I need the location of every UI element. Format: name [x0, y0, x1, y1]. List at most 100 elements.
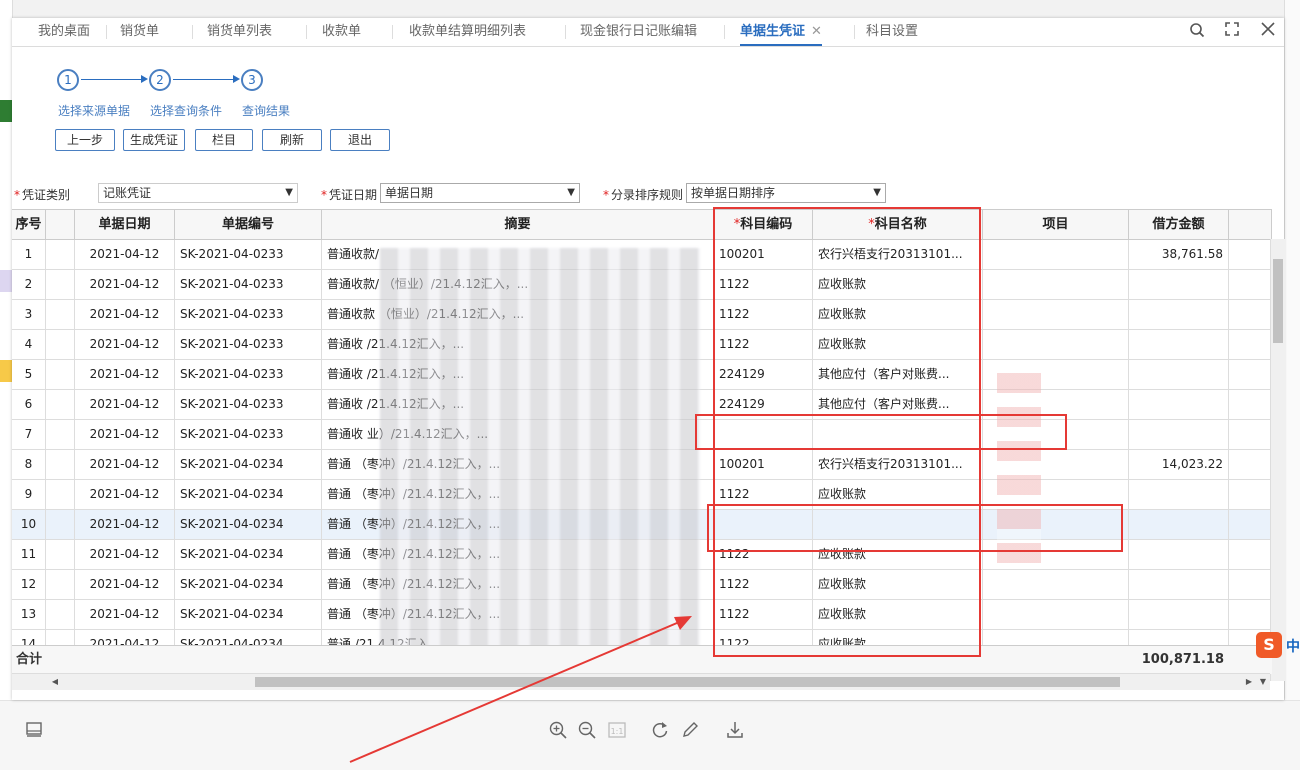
cell-debit[interactable] [1129, 270, 1229, 299]
cell-credit[interactable] [1229, 510, 1272, 539]
cell-checkbox[interactable] [46, 270, 75, 299]
cell-credit[interactable] [1229, 540, 1272, 569]
cell-checkbox[interactable] [46, 630, 75, 646]
cell-checkbox[interactable] [46, 600, 75, 629]
column-header-credit[interactable] [1229, 210, 1272, 240]
tab-generate-voucher[interactable]: 单据生凭证 ✕ [740, 18, 822, 46]
cell-credit[interactable] [1229, 240, 1272, 269]
cell-project[interactable] [983, 570, 1129, 599]
cell-credit[interactable] [1229, 570, 1272, 599]
cell-credit[interactable] [1229, 390, 1272, 419]
cell-debit[interactable]: 14,023.22 [1129, 450, 1229, 479]
cell-checkbox[interactable] [46, 360, 75, 389]
cell-date[interactable]: 2021-04-12 [75, 360, 175, 389]
cell-credit[interactable] [1229, 270, 1272, 299]
cell-date[interactable]: 2021-04-12 [75, 420, 175, 449]
cell-debit[interactable] [1129, 480, 1229, 509]
column-header-checkbox[interactable] [46, 210, 75, 240]
edit-icon[interactable] [680, 720, 700, 745]
cell-credit[interactable] [1229, 360, 1272, 389]
cell-docno[interactable]: SK-2021-04-0234 [175, 450, 322, 479]
tab-close-icon[interactable]: ✕ [811, 24, 822, 39]
cell-date[interactable]: 2021-04-12 [75, 270, 175, 299]
cell-seq[interactable]: 7 [12, 420, 46, 449]
cell-date[interactable]: 2021-04-12 [75, 510, 175, 539]
cell-credit[interactable] [1229, 300, 1272, 329]
tab-receipt-settlement-list[interactable]: 收款单结算明细列表 [409, 18, 526, 46]
horizontal-scrollbar[interactable]: ◀ ▶ ▼ [12, 673, 1270, 690]
cell-project[interactable] [983, 270, 1129, 299]
close-icon[interactable] [1258, 22, 1278, 42]
tab-sales-order-list[interactable]: 销货单列表 [207, 18, 272, 46]
cell-debit[interactable] [1129, 390, 1229, 419]
cell-seq[interactable]: 9 [12, 480, 46, 509]
cell-seq[interactable]: 12 [12, 570, 46, 599]
cell-docno[interactable]: SK-2021-04-0234 [175, 510, 322, 539]
voucher-type-select[interactable]: 记账凭证 ▼ [98, 183, 298, 203]
rotate-icon[interactable] [650, 720, 670, 745]
cell-docno[interactable]: SK-2021-04-0233 [175, 240, 322, 269]
cell-date[interactable]: 2021-04-12 [75, 240, 175, 269]
cell-checkbox[interactable] [46, 480, 75, 509]
scroll-right-icon[interactable]: ▶ [1242, 674, 1256, 690]
cell-project[interactable] [983, 300, 1129, 329]
cell-debit[interactable]: 38,761.58 [1129, 240, 1229, 269]
cell-seq[interactable]: 14 [12, 630, 46, 646]
cell-debit[interactable] [1129, 360, 1229, 389]
cell-credit[interactable] [1229, 480, 1272, 509]
ime-language-indicator[interactable]: 中 [1286, 636, 1300, 656]
fullscreen-icon[interactable] [1222, 22, 1242, 42]
fit-icon[interactable]: 1:1 [607, 720, 627, 745]
cell-checkbox[interactable] [46, 240, 75, 269]
download-icon[interactable] [725, 720, 745, 745]
sort-rule-select[interactable]: 按单据日期排序 ▼ [686, 183, 886, 203]
cell-credit[interactable] [1229, 450, 1272, 479]
tab-sales-order[interactable]: 销货单 [120, 18, 159, 46]
cell-debit[interactable] [1129, 330, 1229, 359]
exit-button[interactable]: 退出 [330, 129, 390, 151]
refresh-button[interactable]: 刷新 [262, 129, 322, 151]
cell-date[interactable]: 2021-04-12 [75, 570, 175, 599]
cell-date[interactable]: 2021-04-12 [75, 300, 175, 329]
scroll-down-icon[interactable]: ▼ [1256, 674, 1270, 690]
cell-debit[interactable] [1129, 510, 1229, 539]
previous-step-button[interactable]: 上一步 [55, 129, 115, 151]
cell-seq[interactable]: 10 [12, 510, 46, 539]
cell-seq[interactable]: 13 [12, 600, 46, 629]
cell-checkbox[interactable] [46, 570, 75, 599]
cell-debit[interactable] [1129, 420, 1229, 449]
cell-project[interactable] [983, 600, 1129, 629]
cell-seq[interactable]: 5 [12, 360, 46, 389]
cell-docno[interactable]: SK-2021-04-0234 [175, 540, 322, 569]
column-header-summary[interactable]: 摘要 [322, 210, 714, 240]
column-header-project[interactable]: 项目 [983, 210, 1129, 240]
cell-date[interactable]: 2021-04-12 [75, 540, 175, 569]
generate-voucher-button[interactable]: 生成凭证 [123, 129, 185, 151]
tab-desktop[interactable]: 我的桌面 [38, 18, 90, 46]
cell-seq[interactable]: 8 [12, 450, 46, 479]
cell-checkbox[interactable] [46, 510, 75, 539]
cell-project[interactable] [983, 240, 1129, 269]
cell-seq[interactable]: 1 [12, 240, 46, 269]
cell-checkbox[interactable] [46, 390, 75, 419]
cell-docno[interactable]: SK-2021-04-0233 [175, 300, 322, 329]
cell-seq[interactable]: 4 [12, 330, 46, 359]
zoom-out-icon[interactable] [577, 720, 597, 745]
panel-icon[interactable] [25, 720, 43, 743]
cell-seq[interactable]: 11 [12, 540, 46, 569]
cell-debit[interactable] [1129, 540, 1229, 569]
cell-checkbox[interactable] [46, 420, 75, 449]
sogou-ime-icon[interactable]: S [1256, 632, 1282, 658]
cell-debit[interactable] [1129, 300, 1229, 329]
cell-seq[interactable]: 3 [12, 300, 46, 329]
cell-docno[interactable]: SK-2021-04-0234 [175, 600, 322, 629]
cell-date[interactable]: 2021-04-12 [75, 450, 175, 479]
column-header-debit[interactable]: 借方金额 [1129, 210, 1229, 240]
tab-account-settings[interactable]: 科目设置 [866, 18, 918, 46]
cell-docno[interactable]: SK-2021-04-0233 [175, 390, 322, 419]
cell-docno[interactable]: SK-2021-04-0234 [175, 630, 322, 646]
cell-date[interactable]: 2021-04-12 [75, 480, 175, 509]
cell-debit[interactable] [1129, 600, 1229, 629]
column-header-seq[interactable]: 序号 [12, 210, 46, 240]
cell-date[interactable]: 2021-04-12 [75, 390, 175, 419]
